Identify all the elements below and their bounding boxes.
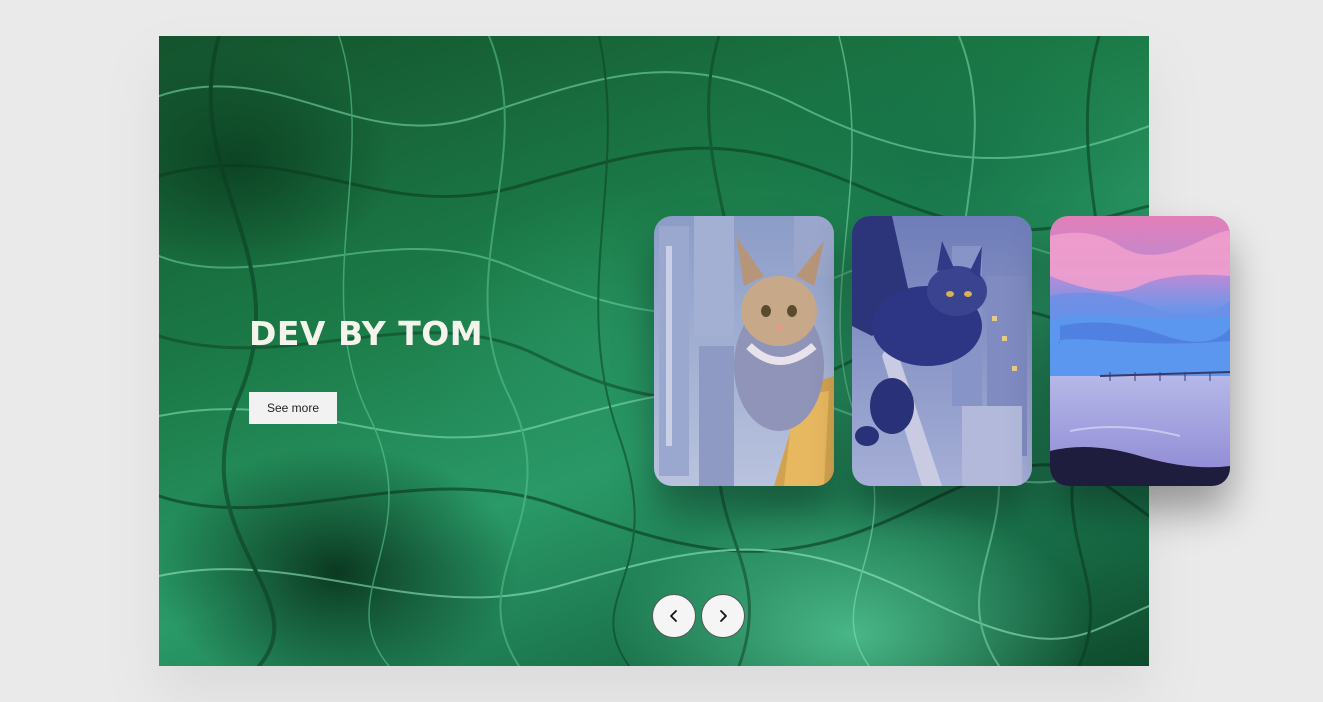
hero-title: DEV BY TOM: [249, 314, 484, 353]
slider-navigation: [652, 594, 745, 638]
see-more-button[interactable]: See more: [249, 392, 337, 424]
chevron-right-icon: [720, 610, 727, 622]
slide-card-cat-dark[interactable]: [852, 216, 1032, 486]
slide-card-cat-tabby[interactable]: [654, 216, 834, 486]
hero-content: DEV BY TOM See more: [249, 314, 649, 424]
dark-cat-image: [852, 216, 1032, 486]
pink-sky-image: [1050, 216, 1230, 486]
hero-slider: DEV BY TOM See more: [159, 36, 1230, 666]
chevron-left-icon: [670, 610, 677, 622]
next-button[interactable]: [701, 594, 745, 638]
slide-card-pink-sky[interactable]: [1050, 216, 1230, 486]
prev-button[interactable]: [652, 594, 696, 638]
tabby-cat-image: [654, 216, 834, 486]
